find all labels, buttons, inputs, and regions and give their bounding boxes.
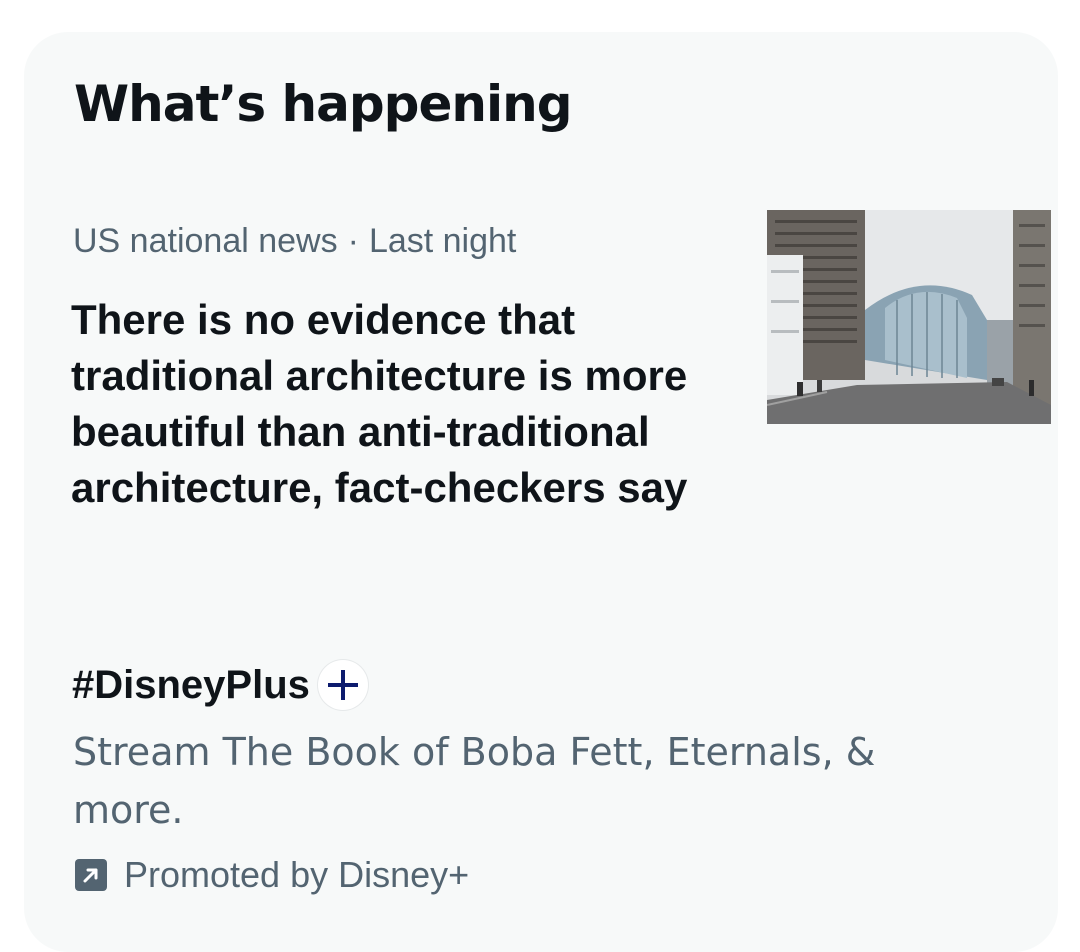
promo-description: Stream The Book of Boba Fett, Eternals, … [73,730,876,832]
trend-category: US national news [73,222,338,260]
disney-plus-icon [317,660,368,710]
trend-thumbnail[interactable] [767,210,1051,424]
trend-time: Last night [368,222,517,260]
promoted-by-row: Promoted by Disney+ [74,845,469,905]
trend-headline[interactable]: There is no evidence that traditional ar… [71,292,771,516]
promoted-trend[interactable]: #DisneyPlus Stream The Book of Boba Fett… [24,657,1058,917]
promoted-arrow-icon [74,858,108,892]
promo-hashtag[interactable]: #DisneyPlus [72,663,310,708]
street-photo-icon [767,210,1051,424]
trend-item[interactable]: US national news · Last night There is no … [24,202,1058,582]
meta-separator: · [347,222,359,260]
hashtag-row: #DisneyPlus [72,657,368,713]
trend-meta: US national news · Last night [73,220,516,262]
section-title: What’s happening [74,75,573,133]
whats-happening-panel: What’s happening US national news · Last n… [24,32,1058,952]
promoted-label: Promoted by Disney+ [124,854,470,895]
